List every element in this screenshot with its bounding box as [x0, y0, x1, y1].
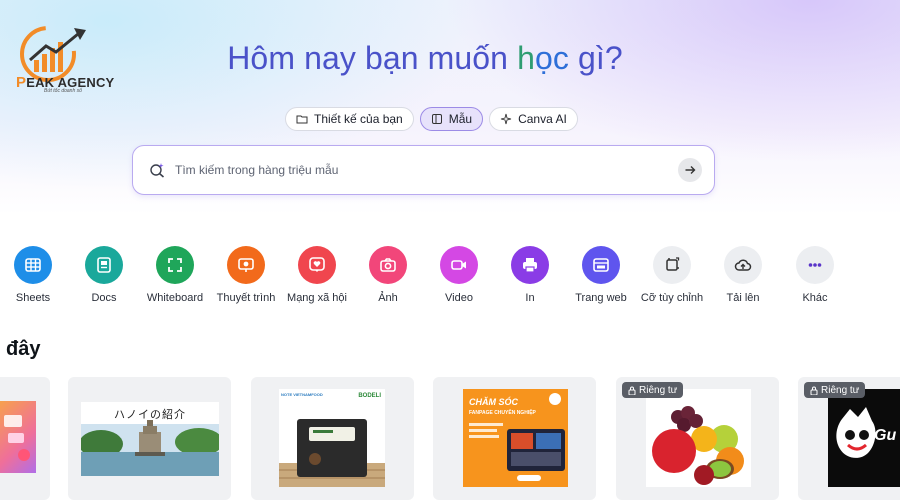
camera-icon [369, 246, 407, 284]
shortcut-website[interactable]: Trang web [561, 246, 641, 304]
hero-headline: Hôm nay bạn muốn học gì? [227, 40, 623, 76]
badge-label: Riêng tư [639, 384, 678, 396]
tab-your-designs[interactable]: Thiết kế của bạn [285, 107, 414, 131]
design-thumbnail [646, 389, 751, 487]
badge-label: Riêng tư [821, 384, 860, 396]
tab-label: Mẫu [448, 112, 473, 126]
upload-cloud-icon [724, 246, 762, 284]
shortcut-upload[interactable]: Tải lên [703, 246, 783, 304]
shortcut-social-media[interactable]: Mạng xã hội [277, 246, 357, 304]
shortcut-more[interactable]: Khác [775, 246, 855, 304]
search-sparkle-icon [150, 163, 165, 178]
shortcut-photo[interactable]: Ảnh [348, 246, 428, 304]
lock-icon [628, 386, 636, 395]
sparkle-icon [500, 113, 512, 125]
folder-icon [296, 115, 308, 124]
printer-icon [511, 246, 549, 284]
design-thumbnail: NOTE VIETNAMFOOD BODELI [279, 389, 385, 487]
recent-design-card[interactable]: ハノイの紹介 [68, 377, 231, 500]
search-submit-button[interactable] [678, 158, 702, 182]
tab-templates[interactable]: Mẫu [419, 107, 484, 131]
design-thumbnail: CHĂM SÓC FANPAGE CHUYÊN NGHIỆP [463, 389, 568, 487]
shortcut-video[interactable]: Video [419, 246, 499, 304]
search-bar [132, 145, 715, 195]
shortcut-print[interactable]: In [490, 246, 570, 304]
design-thumbnail [0, 401, 36, 473]
recent-design-card[interactable]: NOTE VIETNAMFOOD BODELI [251, 377, 414, 500]
shortcut-docs[interactable]: Docs [64, 246, 144, 304]
sheets-icon [14, 246, 52, 284]
video-icon [440, 246, 478, 284]
tab-canva-ai[interactable]: Canva AI [489, 107, 578, 131]
shortcut-whiteboard[interactable]: Whiteboard [135, 246, 215, 304]
whiteboard-icon [156, 246, 194, 284]
design-thumbnail: Gu [828, 389, 900, 487]
design-thumbnail: ハノイの紹介 [81, 402, 219, 476]
private-badge: Riêng tư [622, 382, 684, 398]
social-heart-icon [298, 246, 336, 284]
shortcut-sheets[interactable]: Sheets [0, 246, 73, 304]
recent-design-card[interactable]: Riêng tư [616, 377, 779, 500]
search-scope-tabs: Thiết kế của bạn Mẫu Canva AI [285, 107, 578, 131]
tab-label: Thiết kế của bạn [314, 112, 403, 126]
custom-size-icon [653, 246, 691, 284]
logo-tagline: Bứt tốc doanh số [44, 88, 82, 94]
design-type-shortcuts: Sheets Docs Whiteboard Thuyết trình Mạng… [0, 246, 900, 308]
shortcut-custom-size[interactable]: Cỡ tùy chỉnh [632, 246, 712, 304]
recent-design-card[interactable] [0, 377, 50, 500]
template-icon [431, 114, 442, 124]
lock-icon [810, 386, 818, 395]
shortcut-presentation[interactable]: Thuyết trình [206, 246, 286, 304]
thumbnail-title: Gu [874, 427, 897, 444]
private-badge: Riêng tư [804, 382, 866, 398]
arrow-right-icon [685, 166, 696, 174]
website-icon [582, 246, 620, 284]
recent-design-card[interactable]: Gu Riêng tư [798, 377, 900, 500]
presentation-icon [227, 246, 265, 284]
recent-designs-heading: đây [6, 338, 41, 360]
tab-label: Canva AI [518, 112, 567, 126]
recent-design-card[interactable]: CHĂM SÓC FANPAGE CHUYÊN NGHIỆP [433, 377, 596, 500]
docs-icon [85, 246, 123, 284]
more-dots-icon [796, 246, 834, 284]
search-input[interactable] [175, 163, 678, 177]
